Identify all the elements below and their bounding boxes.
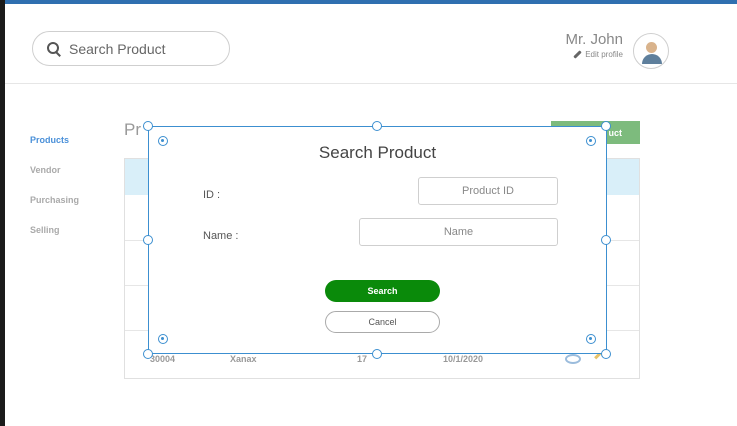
name-label: Name :: [203, 230, 239, 242]
resize-handle-bottom-right[interactable]: [601, 349, 611, 359]
pencil-icon: [573, 50, 582, 59]
search-placeholder: Search Product: [69, 40, 166, 57]
id-label: ID :: [203, 189, 221, 201]
anchor-point-icon[interactable]: [586, 334, 596, 344]
user-name: Mr. John: [565, 31, 623, 48]
resize-handle-top[interactable]: [372, 121, 382, 131]
app-window: Search Product Mr. John Edit profile Pro…: [0, 0, 737, 426]
resize-handle-left[interactable]: [143, 235, 153, 245]
sidebar: Products Vendor Purchasing Selling: [30, 134, 110, 254]
search-bar[interactable]: Search Product: [32, 31, 230, 66]
avatar-body: [642, 54, 662, 64]
resize-handle-top-right[interactable]: [601, 121, 611, 131]
avatar-head: [646, 42, 657, 53]
anchor-point-icon[interactable]: [158, 334, 168, 344]
avatar[interactable]: [633, 33, 669, 69]
sidebar-item-vendor[interactable]: Vendor: [30, 164, 110, 194]
user-info: Mr. John Edit profile: [561, 31, 623, 59]
resize-handle-top-left[interactable]: [143, 121, 153, 131]
cell-qty: 17: [357, 354, 368, 364]
edit-profile-link[interactable]: Edit profile: [561, 50, 623, 59]
search-product-dialog: Search Product ID : Product ID Name : Na…: [148, 126, 607, 354]
cell-name: Xanax: [230, 354, 257, 364]
resize-handle-bottom[interactable]: [372, 349, 382, 359]
page-title: Pr: [124, 120, 141, 139]
anchor-point-icon[interactable]: [158, 136, 168, 146]
cell-id: 30004: [150, 354, 176, 364]
edit-profile-label: Edit profile: [585, 50, 623, 59]
resize-handle-bottom-left[interactable]: [143, 349, 153, 359]
sidebar-item-selling[interactable]: Selling: [30, 224, 110, 254]
search-icon: [47, 41, 61, 56]
anchor-point-icon[interactable]: [586, 136, 596, 146]
cell-date: 10/1/2020: [443, 354, 484, 364]
name-field[interactable]: Name: [359, 218, 558, 246]
dialog-title: Search Product: [318, 143, 437, 162]
search-button[interactable]: Search: [325, 280, 440, 302]
cancel-button[interactable]: Cancel: [325, 311, 440, 333]
product-id-field[interactable]: Product ID: [418, 177, 558, 205]
resize-handle-right[interactable]: [601, 235, 611, 245]
top-header: Search Product Mr. John Edit profile: [5, 4, 737, 84]
sidebar-item-products[interactable]: Products: [30, 134, 110, 164]
sidebar-item-purchasing[interactable]: Purchasing: [30, 194, 110, 224]
eye-icon[interactable]: [565, 354, 581, 364]
